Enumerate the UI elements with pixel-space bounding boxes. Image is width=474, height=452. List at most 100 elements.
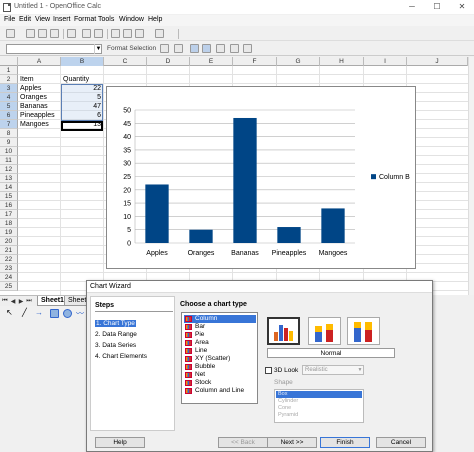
cell-a7[interactable]: Mangoes bbox=[20, 120, 49, 129]
copy-icon[interactable] bbox=[123, 29, 132, 38]
rectangle-icon[interactable] bbox=[50, 309, 59, 318]
cell-b2[interactable]: Quantity bbox=[63, 75, 89, 84]
next-button[interactable]: Next >> bbox=[267, 437, 317, 448]
menu-edit[interactable]: Edit bbox=[19, 16, 31, 23]
automatic-layout-icon[interactable] bbox=[243, 44, 252, 53]
finish-button[interactable]: Finish bbox=[320, 437, 370, 448]
variant-stacked[interactable] bbox=[308, 317, 341, 345]
row-header[interactable]: 19 bbox=[0, 228, 18, 237]
variant-normal[interactable] bbox=[267, 317, 300, 345]
column-header[interactable]: D bbox=[147, 57, 190, 66]
freeform-icon[interactable]: 〰 bbox=[76, 308, 85, 318]
row-header[interactable]: 4 bbox=[0, 93, 18, 102]
scale-text-icon[interactable] bbox=[216, 44, 225, 53]
column-header[interactable]: H bbox=[320, 57, 364, 66]
close-button[interactable]: ✕ bbox=[455, 2, 469, 12]
chart-type-list[interactable]: Column Bar Pie Area Line XY (Scatter) Bu… bbox=[181, 312, 258, 404]
menu-window[interactable]: Window bbox=[119, 16, 144, 23]
column-header[interactable]: A bbox=[18, 57, 61, 66]
cell-b4[interactable]: 5 bbox=[63, 93, 101, 102]
back-button[interactable]: << Back bbox=[218, 437, 268, 448]
menu-file[interactable]: File bbox=[4, 16, 15, 23]
cancel-button[interactable]: Cancel bbox=[376, 437, 426, 448]
row-header[interactable]: 21 bbox=[0, 246, 18, 255]
step-data-series[interactable]: 3. Data Series bbox=[95, 342, 136, 349]
row-header[interactable]: 20 bbox=[0, 237, 18, 246]
3d-scheme-select[interactable]: Realistic bbox=[302, 365, 364, 375]
menu-tools[interactable]: Tools bbox=[98, 16, 114, 23]
menu-help[interactable]: Help bbox=[148, 16, 162, 23]
shape-item[interactable]: Pyramid bbox=[276, 412, 362, 419]
row-header[interactable]: 25 bbox=[0, 282, 18, 291]
menu-view[interactable]: View bbox=[35, 16, 50, 23]
row-header[interactable]: 13 bbox=[0, 174, 18, 183]
row-header[interactable]: 14 bbox=[0, 183, 18, 192]
cell-a4[interactable]: Oranges bbox=[20, 93, 47, 102]
print-icon[interactable] bbox=[94, 29, 103, 38]
cell-a5[interactable]: Bananas bbox=[20, 102, 48, 111]
first-sheet-icon[interactable]: ⏮ bbox=[2, 298, 8, 305]
column-header[interactable]: C bbox=[104, 57, 147, 66]
row-header[interactable]: 10 bbox=[0, 147, 18, 156]
select-all-corner[interactable] bbox=[0, 57, 18, 66]
vertical-scrollbar[interactable] bbox=[468, 57, 474, 295]
column-header[interactable]: E bbox=[190, 57, 233, 66]
shape-list[interactable]: Box Cylinder Cone Pyramid bbox=[274, 389, 364, 423]
arrow-line-icon[interactable]: → bbox=[35, 308, 44, 317]
row-header[interactable]: 18 bbox=[0, 219, 18, 228]
next-sheet-icon[interactable]: ▶ bbox=[18, 298, 24, 305]
row-header[interactable]: 11 bbox=[0, 156, 18, 165]
row-header[interactable]: 23 bbox=[0, 264, 18, 273]
cell-b3[interactable]: 22 bbox=[63, 84, 101, 93]
chart-type-item[interactable]: Bubble bbox=[184, 363, 256, 371]
step-chart-type[interactable]: 1. Chart Type bbox=[95, 320, 136, 327]
row-header[interactable]: 1 bbox=[0, 66, 18, 75]
chart-area-icon[interactable] bbox=[174, 44, 183, 53]
chart-type-item[interactable]: Pie bbox=[184, 331, 256, 339]
row-header[interactable]: 8 bbox=[0, 129, 18, 138]
step-chart-elements[interactable]: 4. Chart Elements bbox=[95, 353, 147, 360]
menu-format[interactable]: Format bbox=[74, 16, 96, 23]
column-header[interactable]: F bbox=[233, 57, 277, 66]
new-document-icon[interactable] bbox=[6, 29, 15, 38]
shape-item[interactable]: Cone bbox=[276, 405, 362, 412]
row-header[interactable]: 2 bbox=[0, 75, 18, 84]
variant-percent-stacked[interactable] bbox=[347, 317, 380, 345]
row-header[interactable]: 7 bbox=[0, 120, 18, 129]
column-header[interactable]: J bbox=[407, 57, 468, 66]
chart-type-item[interactable]: XY (Scatter) bbox=[184, 355, 256, 363]
row-header[interactable]: 17 bbox=[0, 210, 18, 219]
cell-a3[interactable]: Apples bbox=[20, 84, 41, 93]
step-data-range[interactable]: 2. Data Range bbox=[95, 331, 137, 338]
row-header[interactable]: 24 bbox=[0, 273, 18, 282]
column-header[interactable]: G bbox=[277, 57, 320, 66]
row-header[interactable]: 12 bbox=[0, 165, 18, 174]
chart-type-item[interactable]: Line bbox=[184, 347, 256, 355]
row-header[interactable]: 5 bbox=[0, 102, 18, 111]
chart-type-item[interactable]: Stock bbox=[184, 379, 256, 387]
cell-b6[interactable]: 6 bbox=[63, 111, 101, 120]
help-button[interactable]: Help bbox=[95, 437, 145, 448]
undo-icon[interactable] bbox=[155, 29, 164, 38]
chart-type-item[interactable]: Area bbox=[184, 339, 256, 347]
chart-type-item[interactable]: Net bbox=[184, 371, 256, 379]
name-box[interactable] bbox=[6, 44, 102, 54]
row-header[interactable]: 9 bbox=[0, 138, 18, 147]
bar-chart-icon[interactable] bbox=[230, 44, 239, 53]
row-header[interactable]: 6 bbox=[0, 111, 18, 120]
3d-look-checkbox[interactable] bbox=[265, 367, 272, 374]
chart-type-item[interactable]: Column and Line bbox=[184, 387, 256, 395]
paste-icon[interactable] bbox=[135, 29, 144, 38]
cut-icon[interactable] bbox=[111, 29, 120, 38]
email-icon[interactable] bbox=[50, 29, 59, 38]
cell-b7[interactable]: 13 bbox=[63, 120, 101, 129]
line-icon[interactable]: ╱ bbox=[22, 308, 31, 317]
row-header[interactable]: 15 bbox=[0, 192, 18, 201]
edit-file-icon[interactable] bbox=[67, 29, 76, 38]
legend-toggle-icon[interactable] bbox=[202, 44, 211, 53]
chart-type-icon[interactable] bbox=[160, 44, 169, 53]
row-header[interactable]: 3 bbox=[0, 84, 18, 93]
horizontal-grid-icon[interactable] bbox=[190, 44, 199, 53]
chart-type-item[interactable]: Column bbox=[184, 315, 256, 323]
cell-b5[interactable]: 47 bbox=[63, 102, 101, 111]
